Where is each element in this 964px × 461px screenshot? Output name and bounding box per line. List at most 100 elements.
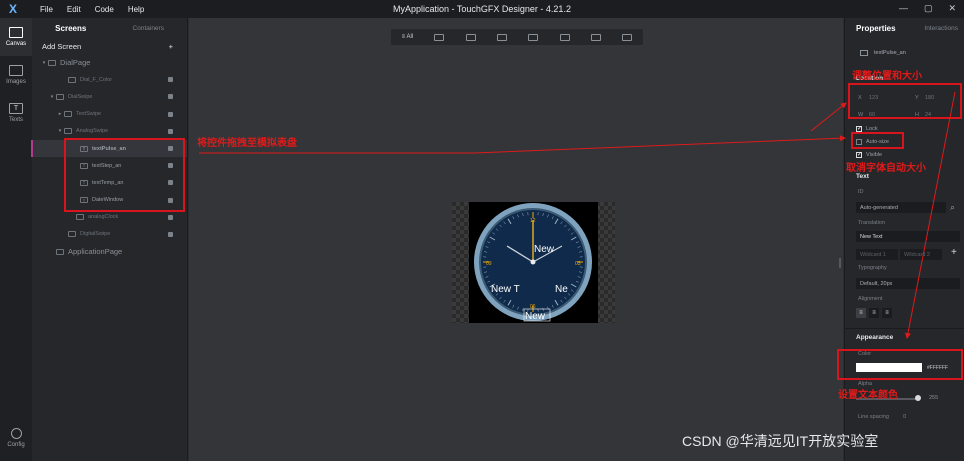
visible-check-icon: ✓ [856, 152, 863, 158]
menu-help[interactable]: Help [128, 5, 144, 14]
menu-file[interactable]: File [40, 5, 53, 14]
tree-item[interactable]: ▸ TextSwipe [32, 106, 187, 123]
typography-label: Typography [858, 265, 887, 271]
minimize-icon[interactable]: — [899, 3, 908, 14]
watermark: CSDN @华清远见IT开放实验室 [682, 433, 879, 449]
line-spacing-label: Line spacing [858, 414, 889, 420]
widget-name-row[interactable]: textPulse_an [856, 47, 960, 58]
lock-icon[interactable] [168, 128, 173, 134]
annotation-box-autosize [851, 132, 904, 149]
analog-clock[interactable]: 12 09 03 06 New New T Ne New [452, 202, 615, 323]
align-center-icon[interactable]: ≡ [869, 308, 879, 318]
lock-icon[interactable] [168, 77, 173, 83]
nav-canvas[interactable]: Canvas [0, 18, 32, 56]
tree-item-label: TextSwipe [76, 111, 102, 118]
alignment-label: Alignment [858, 296, 883, 302]
close-icon[interactable]: ✕ [948, 3, 956, 14]
lock-icon[interactable] [168, 231, 173, 237]
caret-icon[interactable]: ▾ [40, 60, 48, 66]
3d-icon[interactable] [590, 33, 601, 41]
add-wildcard-icon[interactable]: + [951, 247, 957, 258]
misc-icon[interactable] [528, 33, 539, 41]
alpha-slider-handle[interactable] [915, 395, 921, 401]
lock-icon[interactable] [168, 214, 173, 220]
images-filter-icon[interactable] [465, 33, 476, 41]
annotation-color-text: 设置文本颜色 [838, 390, 898, 401]
id-input[interactable]: Auto-generated [856, 202, 946, 213]
container-icon [56, 248, 64, 255]
tab-screens[interactable]: Screens [32, 24, 110, 33]
tab-properties[interactable]: Properties [856, 24, 896, 33]
nav-config-label: Config [7, 442, 25, 448]
tree-item[interactable]: ▾ DialPage [32, 54, 187, 71]
caret-icon[interactable]: ▾ [48, 94, 56, 100]
add-screen-label: Add Screen [42, 41, 82, 51]
id-label: ID [858, 189, 864, 195]
align-right-icon[interactable]: ≡ [882, 308, 892, 318]
caret-icon[interactable]: ▾ [56, 128, 64, 134]
tab-containers[interactable]: Containers [110, 25, 188, 32]
tree-item[interactable]: ApplicationPage [32, 243, 187, 260]
add-screen-row[interactable]: Add Screen + [32, 38, 187, 54]
left-nav-bar: Canvas Images T Texts Config [0, 18, 32, 461]
nav-images[interactable]: Images [0, 56, 32, 94]
container-icon [64, 111, 72, 118]
buttons-icon[interactable] [559, 33, 570, 41]
container-icon [68, 231, 76, 238]
tab-interactions[interactable]: Interactions [924, 25, 958, 32]
lock-icon[interactable] [168, 111, 173, 117]
tick-label-09: 09 [486, 261, 492, 267]
translation-input[interactable]: New Text [856, 231, 960, 242]
translation-label: Translation [858, 220, 886, 226]
add-icon[interactable]: + [169, 42, 173, 51]
layers-icon[interactable] [622, 33, 633, 41]
annotation-autosize-text: 取消字体自动大小 [846, 163, 926, 174]
tree-item[interactable]: DigitalSwipe [32, 226, 187, 243]
caret-icon[interactable]: ▸ [56, 111, 64, 117]
nav-config[interactable]: Config [0, 419, 32, 457]
nav-canvas-label: Canvas [5, 41, 27, 47]
clock-text-date[interactable]: New [525, 311, 546, 322]
nav-texts[interactable]: T Texts [0, 94, 32, 132]
divider [845, 328, 964, 329]
window-controls: — ▢ ✕ [899, 3, 956, 14]
visible-checkbox[interactable]: ✓ Visible [856, 152, 882, 158]
search-icon[interactable]: ⌕ [950, 202, 955, 213]
wildcard2-input[interactable]: Wildcard 2 [900, 249, 942, 260]
tree-item-label: ApplicationPage [68, 247, 123, 257]
container-icon [76, 214, 84, 221]
tree-item[interactable]: Dial_F_Color [32, 71, 187, 88]
tree-item[interactable]: ▾ DialSwipe [32, 88, 187, 105]
menu-edit[interactable]: Edit [67, 5, 81, 14]
annotation-position-text: 调整位置和大小 [852, 71, 922, 82]
canvas-scroll-handle[interactable] [839, 258, 841, 268]
filter-all-button[interactable]: ≡ All [402, 34, 414, 41]
maximize-icon[interactable]: ▢ [924, 3, 933, 14]
lock-icon[interactable] [168, 94, 173, 100]
widget-name[interactable]: textPulse_an [874, 50, 906, 56]
wildcard1-input[interactable]: Wildcard 1 [856, 249, 898, 260]
alpha-value[interactable]: 255 [929, 395, 938, 401]
container-icon [68, 76, 76, 83]
annotation-box-location [848, 83, 962, 119]
clock-text-step[interactable]: New T [491, 284, 520, 295]
shapes-icon[interactable] [497, 33, 508, 41]
annotation-box-color [837, 349, 963, 380]
design-canvas[interactable]: ≡ All 12 09 03 06 New New T Ne New [189, 18, 843, 461]
tree-item-label: DialSwipe [68, 93, 93, 100]
typography-select[interactable]: Default, 20px [856, 278, 960, 289]
canvas-icon [9, 27, 23, 38]
screens-tabs: Screens Containers [32, 18, 187, 38]
clock-text-pulse[interactable]: New [534, 244, 555, 255]
container-icon [48, 59, 56, 66]
containers-icon[interactable] [434, 33, 445, 41]
tree-item-label: AnalogSwipe [76, 128, 109, 135]
screen-preview[interactable]: 12 09 03 06 New New T Ne New [452, 202, 615, 323]
line-spacing-value[interactable]: 0 [903, 414, 906, 420]
window-title: MyApplication - TouchGFX Designer - 4.21… [393, 4, 571, 14]
widget-toolbar: ≡ All [391, 29, 643, 45]
visible-label: Visible [866, 152, 883, 158]
menu-code[interactable]: Code [95, 5, 114, 14]
align-left-icon[interactable]: ≡ [856, 308, 866, 318]
clock-text-temp[interactable]: Ne [555, 284, 568, 295]
